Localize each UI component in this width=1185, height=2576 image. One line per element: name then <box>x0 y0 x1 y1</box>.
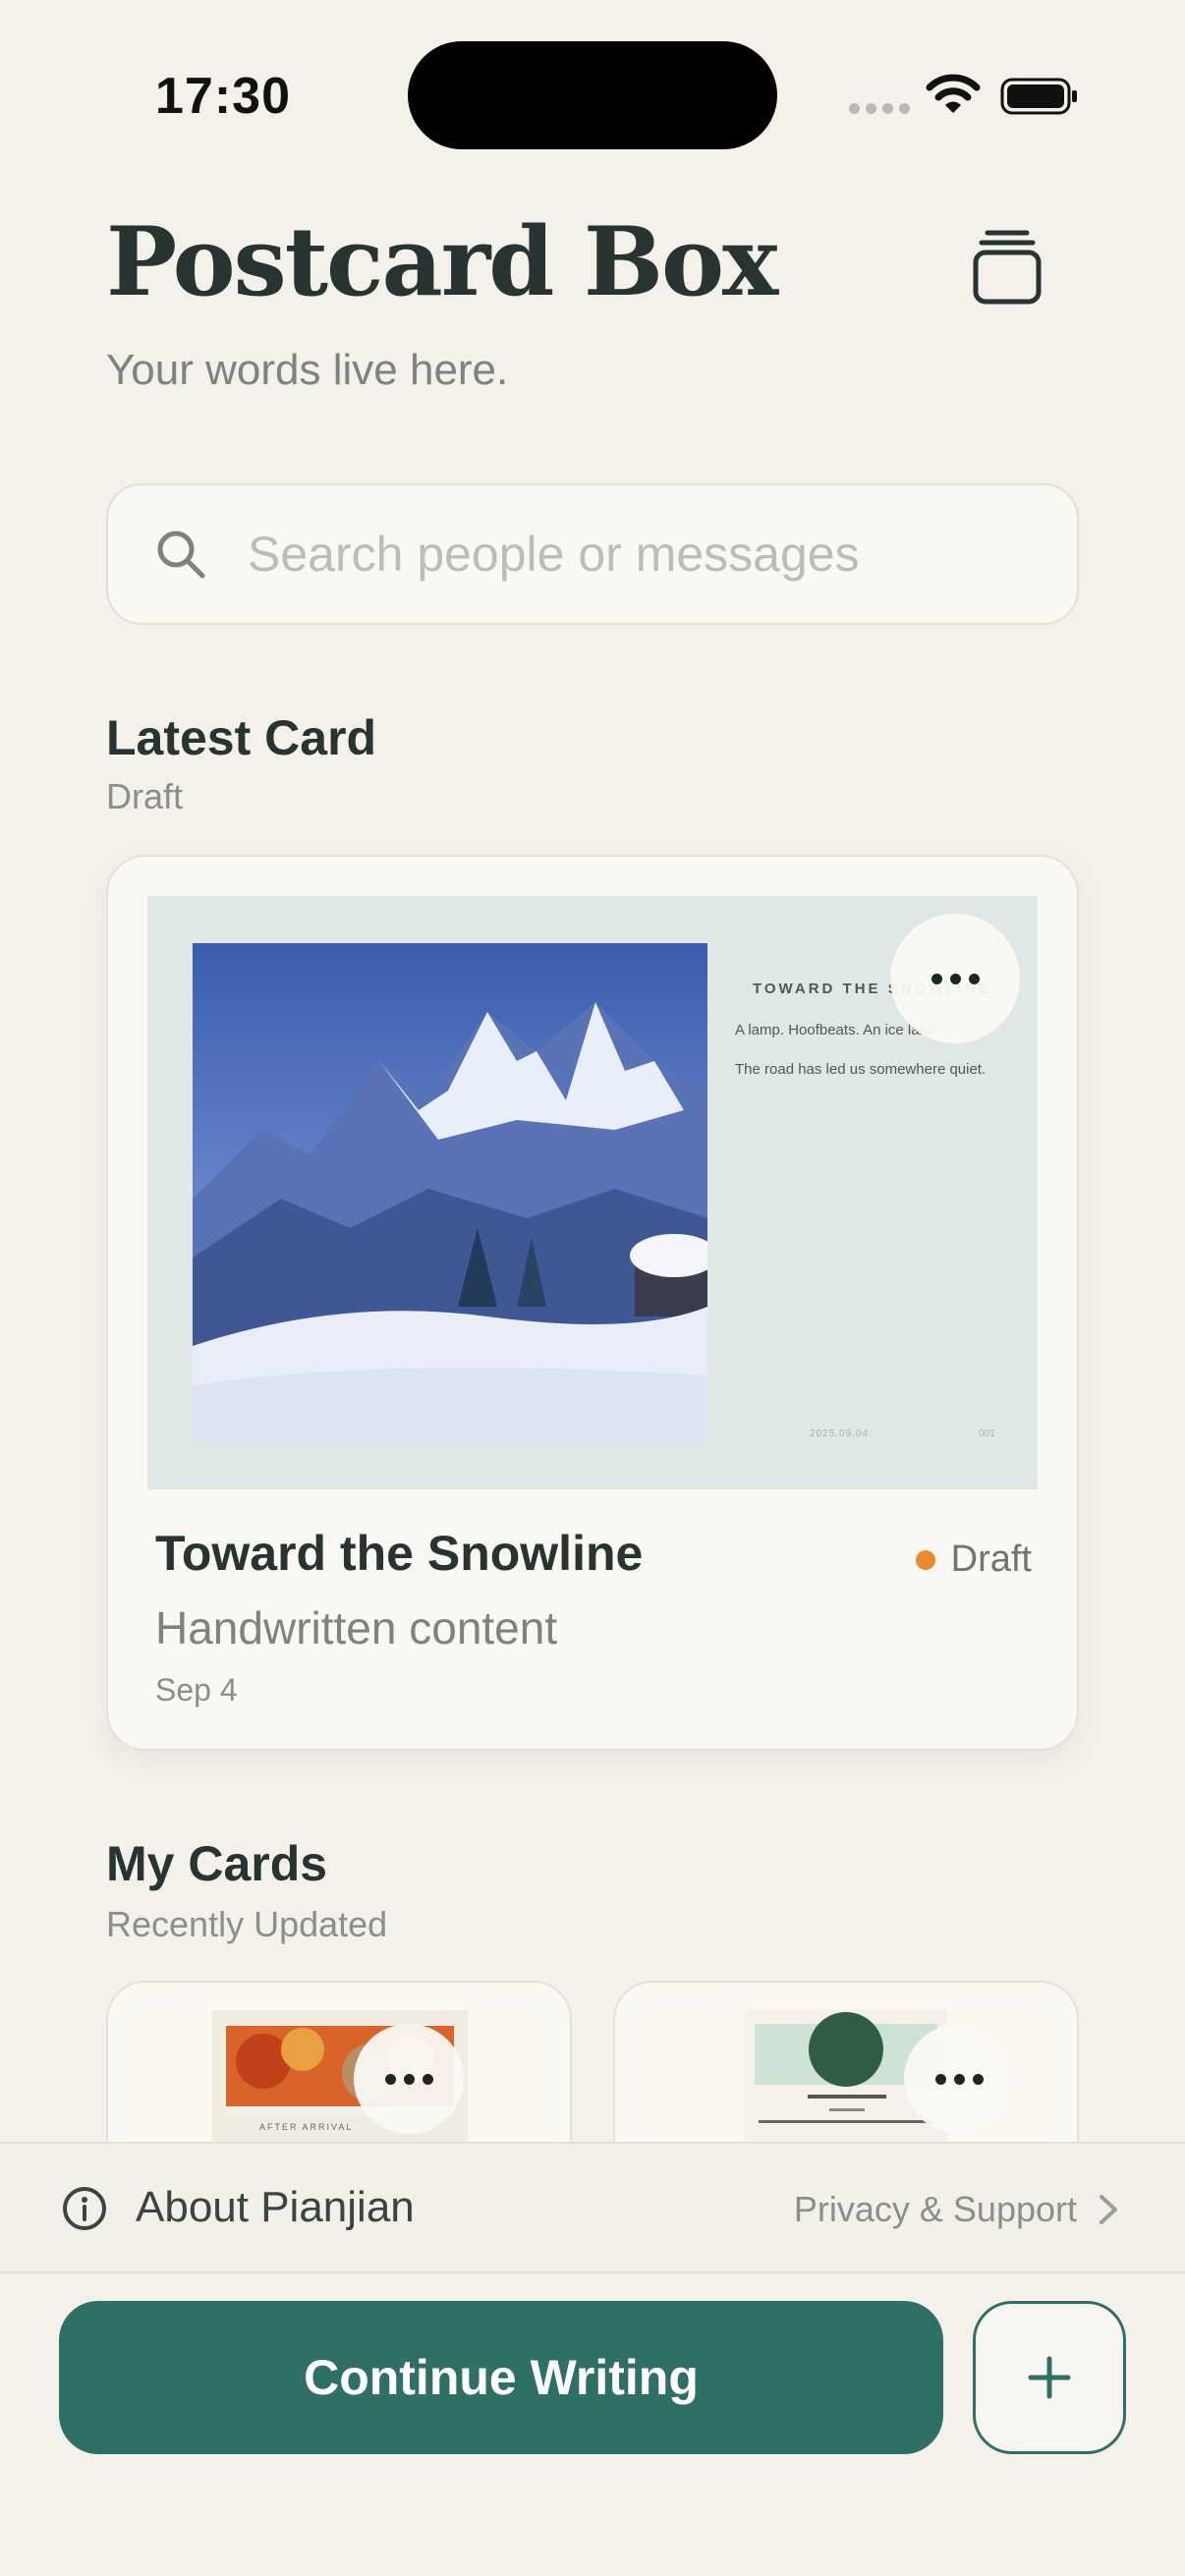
card-stack-icon <box>973 230 1042 305</box>
latest-card[interactable]: TOWARD THE SNOWLINE A lamp. Hoofbeats. A… <box>106 855 1079 1751</box>
status-bar: 17:30 <box>0 0 1185 187</box>
latest-card-section-subtitle: Draft <box>106 776 184 816</box>
bottom-action-bar: Continue Writing <box>0 2273 1185 2576</box>
search-bar[interactable] <box>106 483 1079 625</box>
page-title: Postcard Box <box>106 206 778 317</box>
search-input[interactable] <box>248 526 1034 583</box>
my-cards-section-title: My Cards <box>106 1836 328 1891</box>
about-bar[interactable]: About Pianjian Privacy & Support <box>0 2142 1185 2273</box>
card-more-button[interactable] <box>904 2024 1014 2134</box>
cellular-signal-icon <box>849 103 910 114</box>
card-stack-button[interactable] <box>968 221 1046 309</box>
card-preview-caption: AFTER ARRIVAL <box>259 2122 353 2132</box>
latest-card-section-title: Latest Card <box>106 710 377 765</box>
latest-card-date: Sep 4 <box>155 1672 238 1708</box>
wifi-icon <box>926 74 981 113</box>
privacy-support-link[interactable]: Privacy & Support <box>794 2189 1077 2230</box>
page-subtitle: Your words live here. <box>106 346 509 394</box>
latest-card-description: Handwritten content <box>155 1602 558 1653</box>
postcard-date: 2025.09.04 <box>810 1428 870 1439</box>
dynamic-island <box>408 41 777 149</box>
search-icon <box>157 531 205 579</box>
status-badge: Draft <box>915 1539 1032 1581</box>
postcard-preview[interactable]: TOWARD THE SNOWLINE A lamp. Hoofbeats. A… <box>147 896 1038 1489</box>
latest-card-more-button[interactable] <box>890 914 1020 1043</box>
card-more-button[interactable] <box>354 2024 464 2134</box>
chevron-right-icon <box>1100 2195 1117 2224</box>
continue-writing-button[interactable]: Continue Writing <box>59 2301 943 2454</box>
status-time: 17:30 <box>155 68 291 125</box>
snowy-mountain-painting <box>193 943 707 1440</box>
plus-icon <box>1028 2356 1071 2399</box>
info-icon <box>63 2187 106 2230</box>
postcard-line: The road has led us somewhere quiet. <box>735 1061 987 1078</box>
about-label: About Pianjian <box>136 2183 415 2231</box>
battery-icon <box>1000 78 1077 115</box>
postcard-number: 001 <box>979 1428 995 1439</box>
my-cards-section-subtitle: Recently Updated <box>106 1904 388 1944</box>
latest-card-title: Toward the Snowline <box>155 1526 644 1581</box>
status-label: Draft <box>950 1539 1032 1580</box>
status-dot <box>915 1549 935 1570</box>
add-card-button[interactable] <box>973 2301 1126 2454</box>
